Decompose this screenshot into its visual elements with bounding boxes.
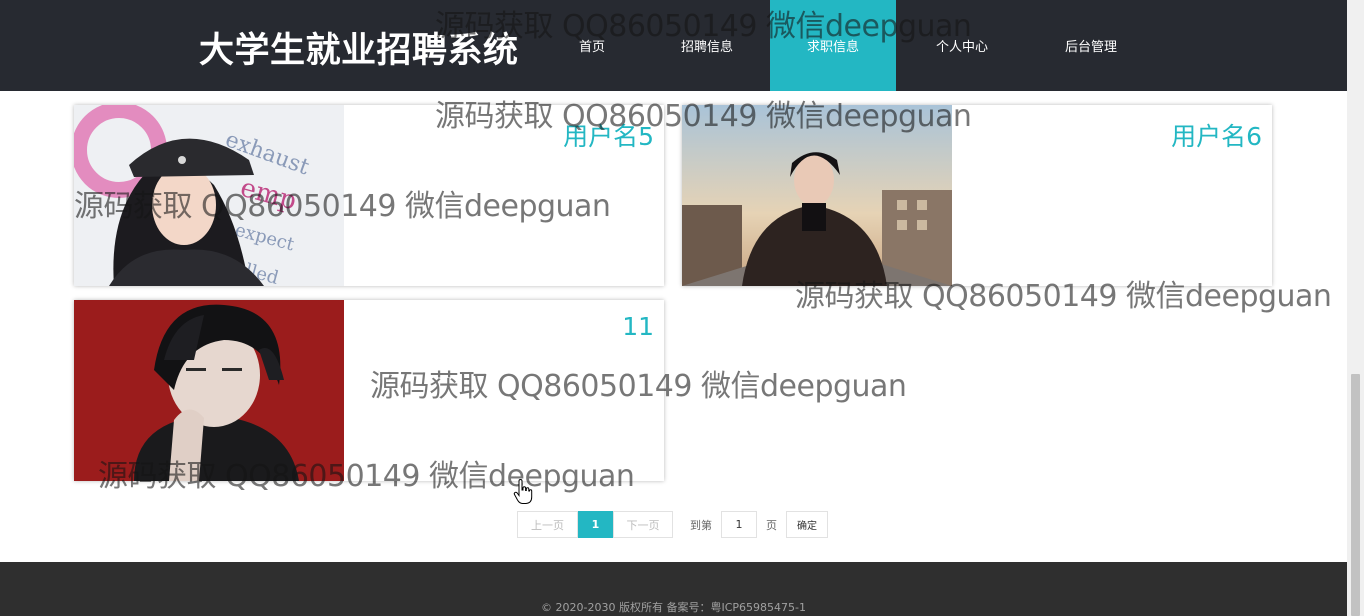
top-nav-bar: 大学生就业招聘系统 首页 招聘信息 求职信息 个人中心 后台管理 [0, 0, 1347, 91]
hand-pointer-cursor-icon [513, 479, 533, 504]
next-page-button[interactable]: 下一页 [613, 511, 673, 538]
vertical-scrollbar[interactable] [1347, 0, 1364, 616]
nav-item-home[interactable]: 首页 [529, 0, 655, 91]
page-suffix-label: 页 [766, 518, 777, 532]
seeker-name: 用户名5 [563, 122, 654, 151]
seeker-name: 用户名6 [1171, 122, 1262, 151]
confirm-page-button[interactable]: 确定 [786, 511, 828, 538]
nav-label: 后台管理 [1064, 40, 1117, 55]
footer: © 2020-2030 版权所有 备案号：粤ICP65985475-1 [0, 562, 1347, 616]
nav-label: 个人中心 [935, 40, 988, 55]
nav-item-admin[interactable]: 后台管理 [1028, 0, 1154, 91]
copyright-text: © 2020-2030 版权所有 备案号：粤ICP65985475-1 [541, 601, 806, 614]
seeker-photo: exhaust emp expect called [74, 105, 344, 286]
seeker-photo-image [74, 300, 344, 481]
nav-item-personal-center[interactable]: 个人中心 [899, 0, 1025, 91]
seeker-photo [74, 300, 344, 481]
seeker-photo [682, 105, 952, 286]
nav-label: 招聘信息 [680, 40, 733, 55]
nav-label: 求职信息 [806, 40, 859, 55]
nav-item-jobs[interactable]: 招聘信息 [644, 0, 770, 91]
nav-item-job-seekers[interactable]: 求职信息 [770, 0, 896, 91]
nav-label: 首页 [578, 40, 605, 55]
page-number-input[interactable] [721, 511, 757, 538]
seeker-photo-image: exhaust emp expect called [74, 105, 344, 286]
goto-label: 到第 [690, 518, 712, 532]
seeker-card[interactable]: exhaust emp expect called 用户名5 [74, 105, 664, 286]
scrollbar-thumb[interactable] [1351, 374, 1360, 616]
prev-page-button[interactable]: 上一页 [517, 511, 578, 538]
seeker-card[interactable]: 用户名6 [682, 105, 1272, 286]
seeker-photo-image [682, 105, 952, 286]
seeker-name: 11 [622, 312, 654, 341]
seeker-card[interactable]: 11 [74, 300, 664, 481]
site-title: 大学生就业招聘系统 [199, 31, 519, 71]
current-page-button[interactable]: 1 [578, 511, 613, 538]
